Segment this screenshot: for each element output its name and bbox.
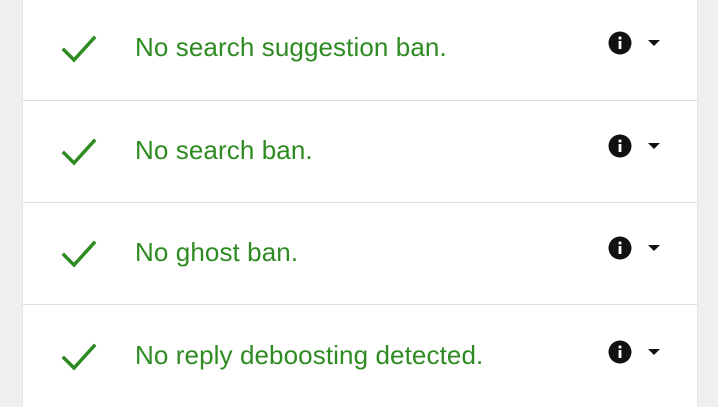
caret-down-icon[interactable] [647, 39, 661, 47]
check-label: No search ban. [135, 135, 313, 165]
check-row-search-suggestion-ban: No search suggestion ban. [23, 0, 697, 101]
check-row-reply-deboosting: No reply deboosting detected. [23, 306, 697, 407]
check-label: No ghost ban. [135, 237, 299, 267]
check-row-ghost-ban: No ghost ban. [23, 204, 697, 305]
caret-down-icon[interactable] [647, 142, 661, 150]
check-row-search-ban: No search ban. [23, 102, 697, 203]
check-label: No reply deboosting detected. [135, 340, 484, 370]
ban-check-results-panel: No search suggestion ban. No search ban.… [23, 0, 697, 407]
check-label: No search suggestion ban. [135, 32, 447, 62]
info-icon[interactable] [608, 31, 632, 55]
info-icon[interactable] [608, 340, 632, 364]
checkmark-icon [61, 138, 97, 166]
checkmark-icon [61, 240, 97, 268]
checkmark-icon [61, 35, 97, 63]
info-icon[interactable] [608, 134, 632, 158]
checkmark-icon [61, 343, 97, 371]
info-icon[interactable] [608, 236, 632, 260]
caret-down-icon[interactable] [647, 348, 661, 356]
caret-down-icon[interactable] [647, 244, 661, 252]
